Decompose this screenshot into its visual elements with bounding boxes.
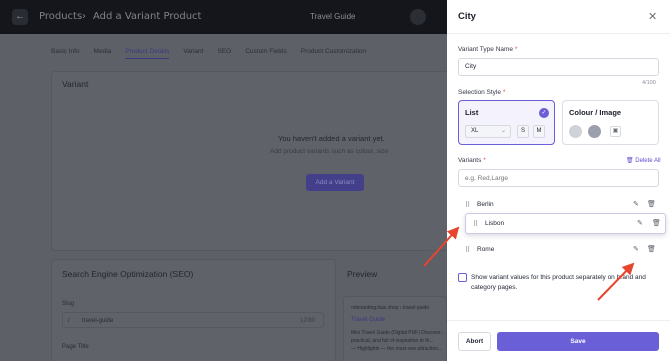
style-option-list[interactable]: List ✓ XL ⌄ S M — [458, 100, 555, 145]
style-option-colour-image[interactable]: Colour / Image ▣ — [562, 100, 659, 145]
trash-icon[interactable]: 🗑 — [652, 219, 661, 227]
preview-url: onboarding.ikas.shop › travel-guide — [351, 305, 430, 311]
image-icon: ▣ — [610, 126, 621, 137]
tab-seo[interactable]: SEO — [217, 48, 231, 59]
drag-handle-icon[interactable]: ⠿ — [473, 220, 478, 228]
style-option-colour-title: Colour / Image — [569, 108, 622, 117]
variant-card — [51, 71, 451, 251]
tab-custom-fields[interactable]: Custom Fields — [245, 48, 287, 59]
page-title-label: Page Title — [62, 344, 89, 350]
colour-swatch-light — [569, 125, 582, 138]
drag-handle-icon[interactable]: ⠿ — [465, 246, 470, 254]
preview-desc-2: practical, and full of inspiration to th… — [351, 338, 434, 344]
char-counter: 4/100 — [642, 80, 656, 86]
empty-state-title: You haven't added a variant yet. — [278, 134, 385, 143]
slug-input[interactable]: / travel-guide 12/80 — [62, 312, 324, 328]
tab-product-customization[interactable]: Product Customization — [301, 48, 366, 59]
edit-icon[interactable]: ✎ — [637, 219, 643, 227]
add-variant-button[interactable]: Add a Variant — [306, 174, 364, 191]
slug-label: Slug — [62, 301, 75, 307]
panel-title: City — [458, 11, 476, 22]
variant-row-lisbon-dragging[interactable]: ⠿ Lisbon ✎ 🗑 — [465, 213, 666, 234]
variant-value: Berlin — [477, 201, 494, 208]
tab-bar: Basic Info Media Product Details Variant… — [51, 48, 380, 59]
variant-type-name-label: Variant Type Name * — [458, 46, 518, 53]
product-title: Travel Guide — [310, 12, 356, 21]
preview-heading: Preview — [347, 269, 378, 279]
abort-button[interactable]: Abort — [458, 332, 491, 351]
size-preview-select: XL ⌄ — [465, 125, 511, 138]
tab-media[interactable]: Media — [94, 48, 112, 59]
slug-prefix: / — [68, 318, 70, 324]
slug-counter: 12/80 — [300, 318, 316, 324]
edit-icon[interactable]: ✎ — [633, 200, 639, 208]
variant-value: Rome — [477, 246, 495, 253]
trash-icon[interactable]: 🗑 — [647, 200, 656, 208]
size-chip-s: S — [517, 125, 529, 138]
variants-label: Variants * — [458, 157, 486, 164]
show-separately-checkbox[interactable] — [458, 273, 467, 282]
close-icon[interactable]: ✕ — [648, 10, 657, 23]
edit-icon[interactable]: ✎ — [633, 245, 639, 253]
delete-all-button[interactable]: 🗑 Delete All — [626, 157, 661, 164]
selection-style-label: Selection Style * — [458, 89, 506, 96]
preview-title: Travel Guide — [351, 317, 386, 323]
variant-heading: Variant — [62, 79, 89, 89]
preview-desc-1: Mini Travel Guide (Digital PDF) Discover… — [351, 330, 445, 336]
slug-value: travel-guide — [82, 318, 114, 324]
panel-footer: Abort Save — [447, 320, 670, 361]
style-option-list-title: List — [465, 108, 479, 117]
empty-state-subtitle: Add product variants such as colour, siz… — [270, 148, 389, 155]
variant-type-panel: City ✕ Variant Type Name * City 4/100 Se… — [447, 0, 670, 361]
preview-desc-3: — Highlights — the must-see attraction..… — [351, 346, 443, 352]
colour-swatch-dark — [588, 125, 601, 138]
size-chip-m: M — [533, 125, 545, 138]
variants-input[interactable] — [458, 169, 659, 187]
trash-icon[interactable]: 🗑 — [647, 245, 656, 253]
check-icon: ✓ — [539, 108, 549, 118]
breadcrumb-products[interactable]: Products — [39, 11, 82, 22]
save-button[interactable]: Save — [497, 332, 659, 351]
avatar[interactable] — [410, 9, 426, 25]
drag-handle-icon[interactable]: ⠿ — [465, 201, 470, 209]
variant-row-rome[interactable]: ⠿ Rome ✎ 🗑 — [458, 240, 659, 261]
tab-variant[interactable]: Variant — [183, 48, 203, 59]
tab-basic-info[interactable]: Basic Info — [51, 48, 80, 59]
variant-value: Lisbon — [485, 220, 505, 227]
variant-type-name-input[interactable]: City — [458, 58, 659, 76]
show-separately-label: Show variant values for this product sep… — [471, 274, 646, 291]
breadcrumb-separator: › — [82, 11, 86, 22]
breadcrumb-current: Add a Variant Product — [93, 11, 202, 22]
tab-product-details[interactable]: Product Details — [125, 48, 170, 59]
seo-heading: Search Engine Optimization (SEO) — [62, 269, 194, 279]
chevron-down-icon: ⌄ — [500, 128, 506, 134]
panel-header: City ✕ — [447, 0, 670, 34]
back-arrow-icon[interactable]: ← — [12, 9, 28, 25]
